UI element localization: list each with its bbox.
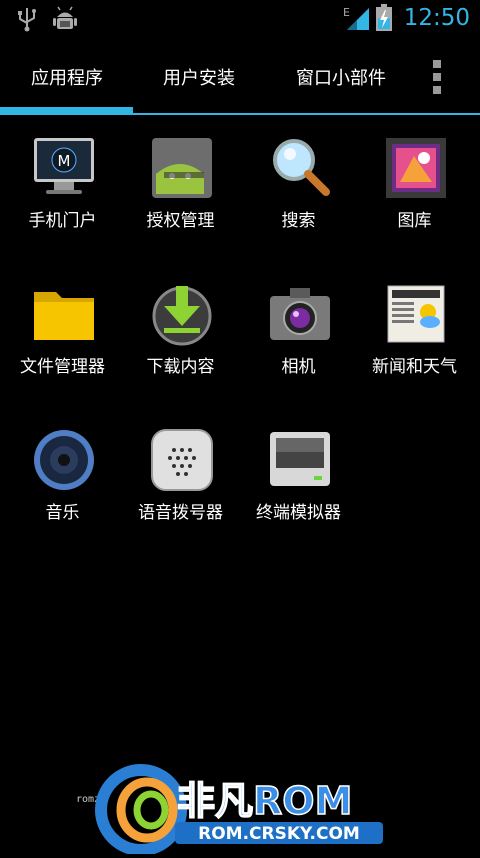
app-news-weather[interactable]: 新闻和天气 (356, 282, 473, 402)
app-label: 图库 (397, 211, 432, 231)
app-terminal[interactable]: 终端模拟器 (240, 428, 357, 548)
app-label: 终端模拟器 (256, 503, 341, 523)
app-music[interactable]: 音乐 (4, 428, 121, 548)
speaker-icon (32, 428, 96, 492)
app-label: 搜索 (281, 211, 316, 231)
download-icon (150, 282, 214, 346)
gallery-icon (384, 136, 448, 200)
magnifier-icon (268, 136, 332, 200)
voice-dialer-icon (150, 428, 214, 492)
battery-charging-icon (375, 4, 393, 36)
watermark-logo: 非凡ROM ROM.CRSKY.COM (95, 760, 395, 856)
svg-text:M: M (58, 152, 71, 170)
tab-bar: 应用程序 用户安装 窗口小部件 (0, 38, 480, 116)
app-gallery[interactable]: 图库 (356, 136, 473, 256)
svg-text:E: E (343, 6, 350, 19)
app-label: 下载内容 (146, 357, 215, 377)
app-label: 授权管理 (146, 211, 215, 231)
app-label: 文件管理器 (20, 357, 105, 377)
android-debug-icon (52, 6, 78, 36)
app-label: 音乐 (45, 503, 80, 523)
svg-text:非凡ROM: 非凡ROM (177, 779, 352, 823)
tab-apps[interactable]: 应用程序 (31, 64, 103, 90)
tab-widgets[interactable]: 窗口小部件 (296, 64, 386, 90)
overflow-menu-icon[interactable] (431, 60, 443, 98)
tab-underline (0, 113, 480, 115)
terminal-icon (268, 428, 332, 492)
app-search[interactable]: 搜索 (240, 136, 357, 256)
app-camera[interactable]: 相机 (240, 282, 357, 402)
signal-icon: E (343, 4, 371, 36)
app-label: 相机 (281, 357, 316, 377)
motorola-monitor-icon: M (32, 136, 96, 200)
news-weather-icon (384, 282, 448, 346)
status-bar: E 12:50 (0, 0, 480, 38)
folder-icon (32, 282, 96, 346)
app-file-manager[interactable]: 文件管理器 (4, 282, 121, 402)
app-label: 语音拨号器 (138, 503, 223, 523)
app-superuser[interactable]: 授权管理 (122, 136, 239, 256)
tab-user-installed[interactable]: 用户安装 (163, 64, 235, 90)
svg-text:ROM.CRSKY.COM: ROM.CRSKY.COM (198, 824, 360, 844)
clock: 12:50 (403, 5, 470, 31)
camera-icon (268, 282, 332, 346)
app-handset-portal[interactable]: M 手机门户 (4, 136, 121, 256)
app-label: 新闻和天气 (372, 357, 457, 377)
app-label: 手机门户 (28, 211, 97, 231)
usb-icon (16, 6, 38, 36)
app-voice-dialer[interactable]: 语音拨号器 (122, 428, 239, 548)
android-superuser-icon (150, 136, 214, 200)
app-downloads[interactable]: 下载内容 (122, 282, 239, 402)
